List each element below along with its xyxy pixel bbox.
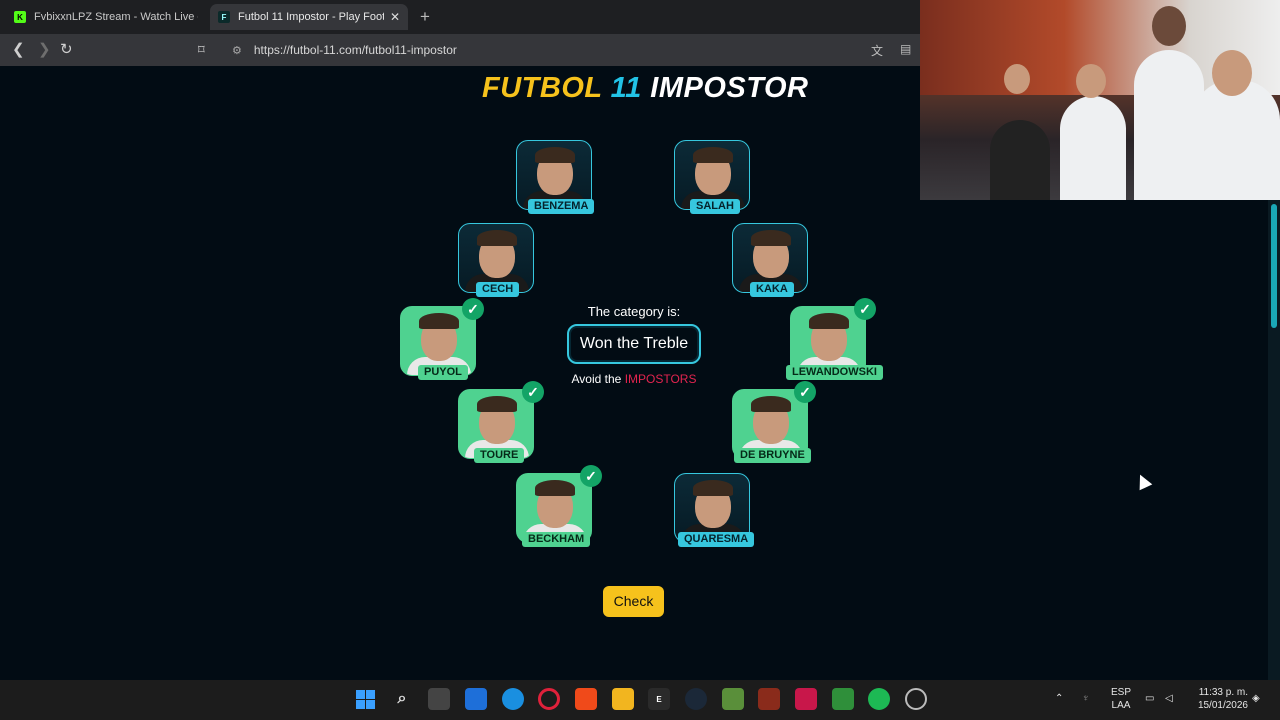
player-card-lewandowski[interactable]: LEWANDOWSKI ✓ <box>748 298 883 384</box>
check-button[interactable]: Check <box>603 586 664 617</box>
browser-tab-bar: K FvbixxnLPZ Stream - Watch Live on K F … <box>0 0 920 34</box>
check-icon: ✓ <box>854 298 876 320</box>
file-explorer-icon[interactable] <box>612 688 634 710</box>
minecraft-icon[interactable] <box>722 688 744 710</box>
clock[interactable]: 11:33 p. m. 15/01/2026 <box>1188 686 1248 712</box>
clock-date: 15/01/2026 <box>1197 700 1248 711</box>
obs-icon[interactable] <box>905 688 927 710</box>
windows-start-icon[interactable] <box>354 688 376 710</box>
player-card-puyol[interactable]: PUYOL ✓ <box>358 298 484 384</box>
player-card-cech[interactable]: CECH <box>416 219 536 301</box>
logo-futbol: FUTBOL <box>482 72 603 104</box>
microphone-icon[interactable]: ♆ <box>1082 692 1090 705</box>
new-tab-icon[interactable]: + <box>420 7 430 27</box>
webcam-person-head <box>1212 50 1252 96</box>
category-box: Won the Treble <box>567 324 701 364</box>
webcam-person <box>1192 80 1280 200</box>
reload-icon[interactable]: ↻ <box>60 41 73 59</box>
back-icon[interactable]: ❮ <box>12 41 25 59</box>
f1-icon[interactable] <box>795 688 817 710</box>
player-name: LEWANDOWSKI <box>786 365 883 380</box>
player-name: SALAH <box>690 199 740 214</box>
network-icon[interactable]: ▭ <box>1145 692 1154 705</box>
player-card-benzema[interactable]: BENZEMA <box>474 136 595 218</box>
site-settings-icon[interactable]: ⚙ <box>232 44 242 57</box>
game-icon[interactable] <box>758 688 780 710</box>
task-view-icon[interactable] <box>428 688 450 710</box>
webcam-person-head <box>1004 64 1030 94</box>
tab-futbol11-impostor[interactable]: F Futbol 11 Impostor - Play Footba ✕ <box>210 4 408 30</box>
player-name: DE BRUYNE <box>734 448 811 463</box>
webcam-person-head <box>1076 64 1106 98</box>
webcam-person <box>1060 96 1126 200</box>
screen: K FvbixxnLPZ Stream - Watch Live on K F … <box>0 0 1280 720</box>
address-bar[interactable]: ⚙ https://futbol-11.com/futbol11-imposto… <box>224 39 860 61</box>
player-name: PUYOL <box>418 365 468 380</box>
check-icon: ✓ <box>580 465 602 487</box>
player-card-beckham[interactable]: BECKHAM ✓ <box>474 465 602 551</box>
player-name: QUARESMA <box>678 532 755 547</box>
volume-icon[interactable]: ◁ <box>1165 692 1173 705</box>
check-icon: ✓ <box>462 298 484 320</box>
avoid-prefix: Avoid the <box>571 372 622 386</box>
fifa-icon[interactable] <box>832 688 854 710</box>
bookmark-icon[interactable]: ⌑ <box>198 41 205 59</box>
store-icon[interactable] <box>465 688 487 710</box>
language-layout: LAA <box>1111 700 1131 711</box>
url-text: https://futbol-11.com/futbol11-impostor <box>253 43 457 57</box>
player-card-toure[interactable]: TOURE ✓ <box>416 381 544 467</box>
opera-icon[interactable] <box>538 688 560 710</box>
scrollbar-thumb[interactable] <box>1271 204 1277 328</box>
edge-icon[interactable] <box>502 688 524 710</box>
tab-title: FvbixxnLPZ Stream - Watch Live on K <box>34 11 198 23</box>
forward-icon[interactable]: ❯ <box>38 41 51 59</box>
player-name: BENZEMA <box>528 199 595 214</box>
language-code: ESP <box>1110 687 1131 698</box>
impostors-word: IMPOSTORS <box>624 372 697 386</box>
player-name: BECKHAM <box>522 532 591 547</box>
logo-11: 11 <box>610 72 642 104</box>
notification-icon[interactable]: ◈ <box>1252 692 1260 705</box>
player-card-quaresma[interactable]: QUARESMA <box>632 469 755 551</box>
windows-taskbar: ⌕ E ⌃ ♆ ESP LAA ▭ ◁ 11:33 p. m. 15/01/20… <box>0 680 1280 720</box>
game-logo: FUTBOL 11 IMPOSTOR <box>482 72 808 105</box>
kick-icon: K <box>14 11 26 23</box>
logo-impostor: IMPOSTOR <box>650 72 809 104</box>
player-card-salah[interactable]: SALAH <box>632 136 752 218</box>
avoid-impostors-text: Avoid the IMPOSTORS <box>534 372 734 386</box>
spotify-icon[interactable] <box>868 688 890 710</box>
webcam-person <box>990 120 1050 200</box>
player-name: KAKA <box>750 282 794 297</box>
category-label: The category is: <box>587 304 681 319</box>
player-name: TOURE <box>474 448 525 463</box>
reader-mode-icon[interactable]: ▤ <box>900 42 911 56</box>
player-card-kaka[interactable]: KAKA <box>690 219 810 301</box>
tab-kick-stream[interactable]: K FvbixxnLPZ Stream - Watch Live on K <box>6 4 206 30</box>
webcam-person-head <box>1152 6 1186 46</box>
epic-games-icon[interactable]: E <box>648 688 670 710</box>
player-name: CECH <box>476 282 520 297</box>
chevron-up-icon[interactable]: ⌃ <box>1055 692 1063 705</box>
check-icon: ✓ <box>794 381 816 403</box>
f11-icon: F <box>218 11 230 23</box>
translate-icon[interactable]: 文 <box>871 42 883 59</box>
browser-toolbar: ❮ ❯ ↻ ⌑ ⚙ https://futbol-11.com/futbol11… <box>0 34 920 66</box>
brave-icon[interactable] <box>575 688 597 710</box>
search-icon[interactable]: ⌕ <box>391 688 413 710</box>
page-scrollbar[interactable] <box>1268 200 1280 680</box>
steam-icon[interactable] <box>685 688 707 710</box>
language-indicator[interactable]: ESP LAA <box>1108 686 1134 712</box>
close-icon[interactable]: ✕ <box>390 10 400 24</box>
webcam-overlay <box>920 0 1280 200</box>
clock-time: 11:33 p. m. <box>1198 687 1248 698</box>
player-card-de-bruyne[interactable]: DE BRUYNE ✓ <box>690 381 816 467</box>
tab-title: Futbol 11 Impostor - Play Footba <box>238 11 384 23</box>
